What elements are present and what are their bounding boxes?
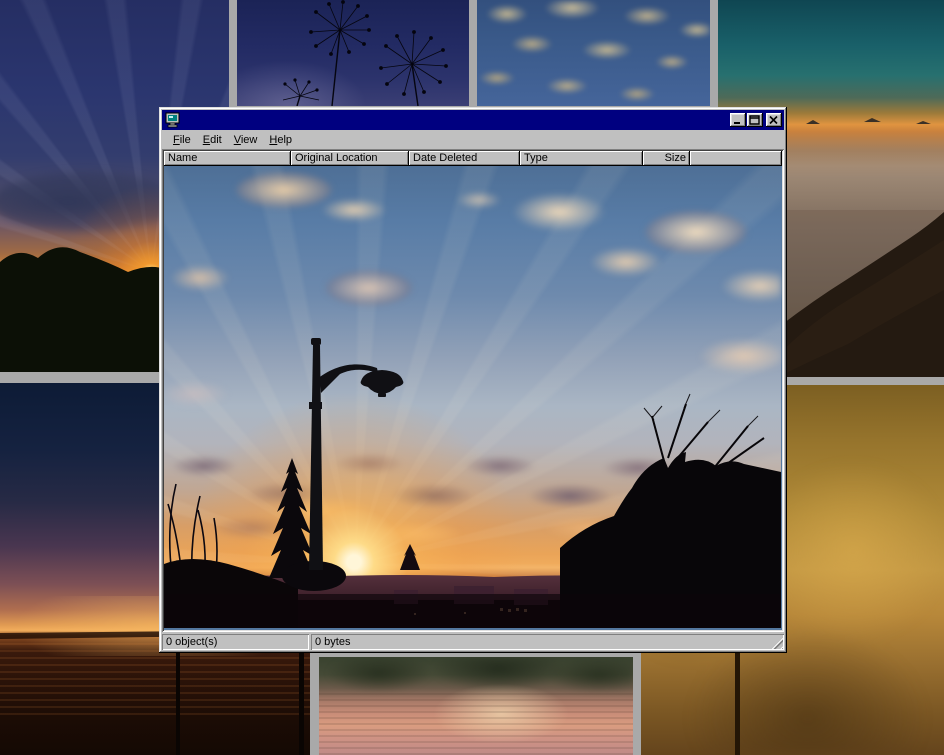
list-view: Name Original Location Date Deleted Type… — [162, 149, 784, 632]
pole-silhouette — [735, 635, 740, 755]
status-bar: 0 object(s) 0 bytes — [162, 634, 784, 650]
wallpaper-photo-cloud-sky — [477, 0, 710, 106]
right-trees-silhouette — [560, 394, 781, 628]
foreground-silhouettes — [164, 166, 781, 628]
street-lamp-silhouette — [309, 338, 403, 570]
menu-help[interactable]: Help — [263, 132, 298, 148]
wallpaper-photo-water-reflection — [319, 657, 633, 755]
column-header-type[interactable]: Type — [520, 151, 643, 166]
menu-file[interactable]: File — [167, 132, 197, 148]
menu-bar: File Edit View Help — [162, 130, 784, 149]
menu-view[interactable]: View — [228, 132, 264, 148]
column-headers: Name Original Location Date Deleted Type… — [164, 151, 782, 166]
small-tree-silhouette — [400, 544, 420, 570]
ripples — [319, 693, 633, 755]
altocumulus-clouds — [477, 0, 710, 106]
computer-icon — [165, 112, 181, 128]
column-header-date-deleted[interactable]: Date Deleted — [409, 151, 520, 166]
recycle-bin-window: File Edit View Help Name Original Locati… — [159, 107, 787, 653]
maximize-icon — [747, 113, 763, 127]
wallpaper-photo-plant-silhouettes — [237, 0, 469, 106]
title-bar[interactable] — [162, 110, 784, 130]
sunset-lamp-photo — [164, 166, 781, 628]
column-header-name[interactable]: Name — [164, 151, 291, 166]
close-icon — [766, 113, 782, 127]
status-bytes: 0 bytes — [311, 634, 784, 650]
minimize-button[interactable] — [730, 113, 746, 127]
column-header-filler — [690, 151, 782, 166]
column-header-original-location[interactable]: Original Location — [291, 151, 409, 166]
list-area[interactable] — [164, 166, 782, 630]
umbel-plant-silhouette — [237, 0, 469, 106]
screen: { "window": { "title": "", "icon": "comp… — [0, 0, 944, 755]
column-header-size[interactable]: Size — [643, 151, 690, 166]
status-objects: 0 object(s) — [162, 634, 309, 650]
close-button[interactable] — [766, 113, 782, 127]
menu-edit[interactable]: Edit — [197, 132, 228, 148]
minimize-icon — [730, 113, 746, 127]
cypress-tree-silhouette — [269, 458, 315, 578]
maximize-button[interactable] — [747, 113, 763, 127]
